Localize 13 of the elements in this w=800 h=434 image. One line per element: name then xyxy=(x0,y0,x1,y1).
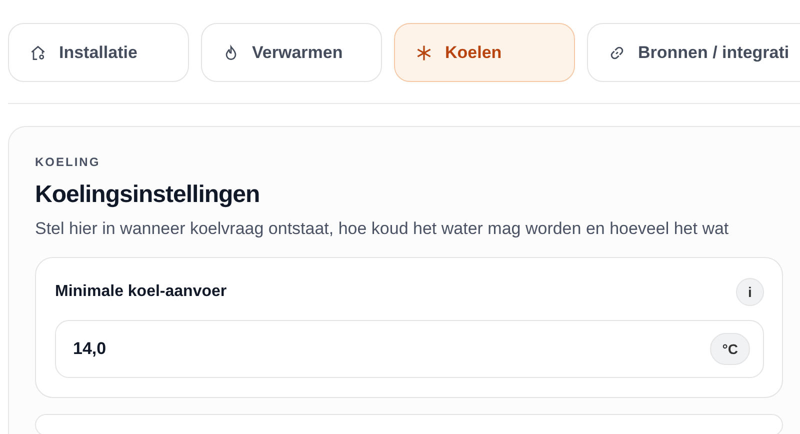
info-button[interactable]: i xyxy=(736,278,764,306)
tab[interactable]: Koelen xyxy=(394,23,575,82)
tab[interactable]: Installatie xyxy=(8,23,189,82)
tab[interactable]: Bronnen / integrati xyxy=(587,23,800,82)
unit-badge: °C xyxy=(710,333,750,365)
input-field[interactable]: 14,0 °C xyxy=(55,320,764,378)
section-eyebrow: KOELING xyxy=(35,155,102,169)
section-title: Koelingsinstellingen xyxy=(35,181,261,209)
tab[interactable]: Verwarmen xyxy=(201,23,382,82)
snowflake-icon xyxy=(415,44,433,62)
setting-label: Minimale koel-aanvoer xyxy=(55,283,227,301)
section-description: Stel hier in wanneer koelvraag ontstaat, hoe koud het water mag worden en hoeveel het wat xyxy=(35,219,730,239)
house-icon xyxy=(29,44,47,62)
